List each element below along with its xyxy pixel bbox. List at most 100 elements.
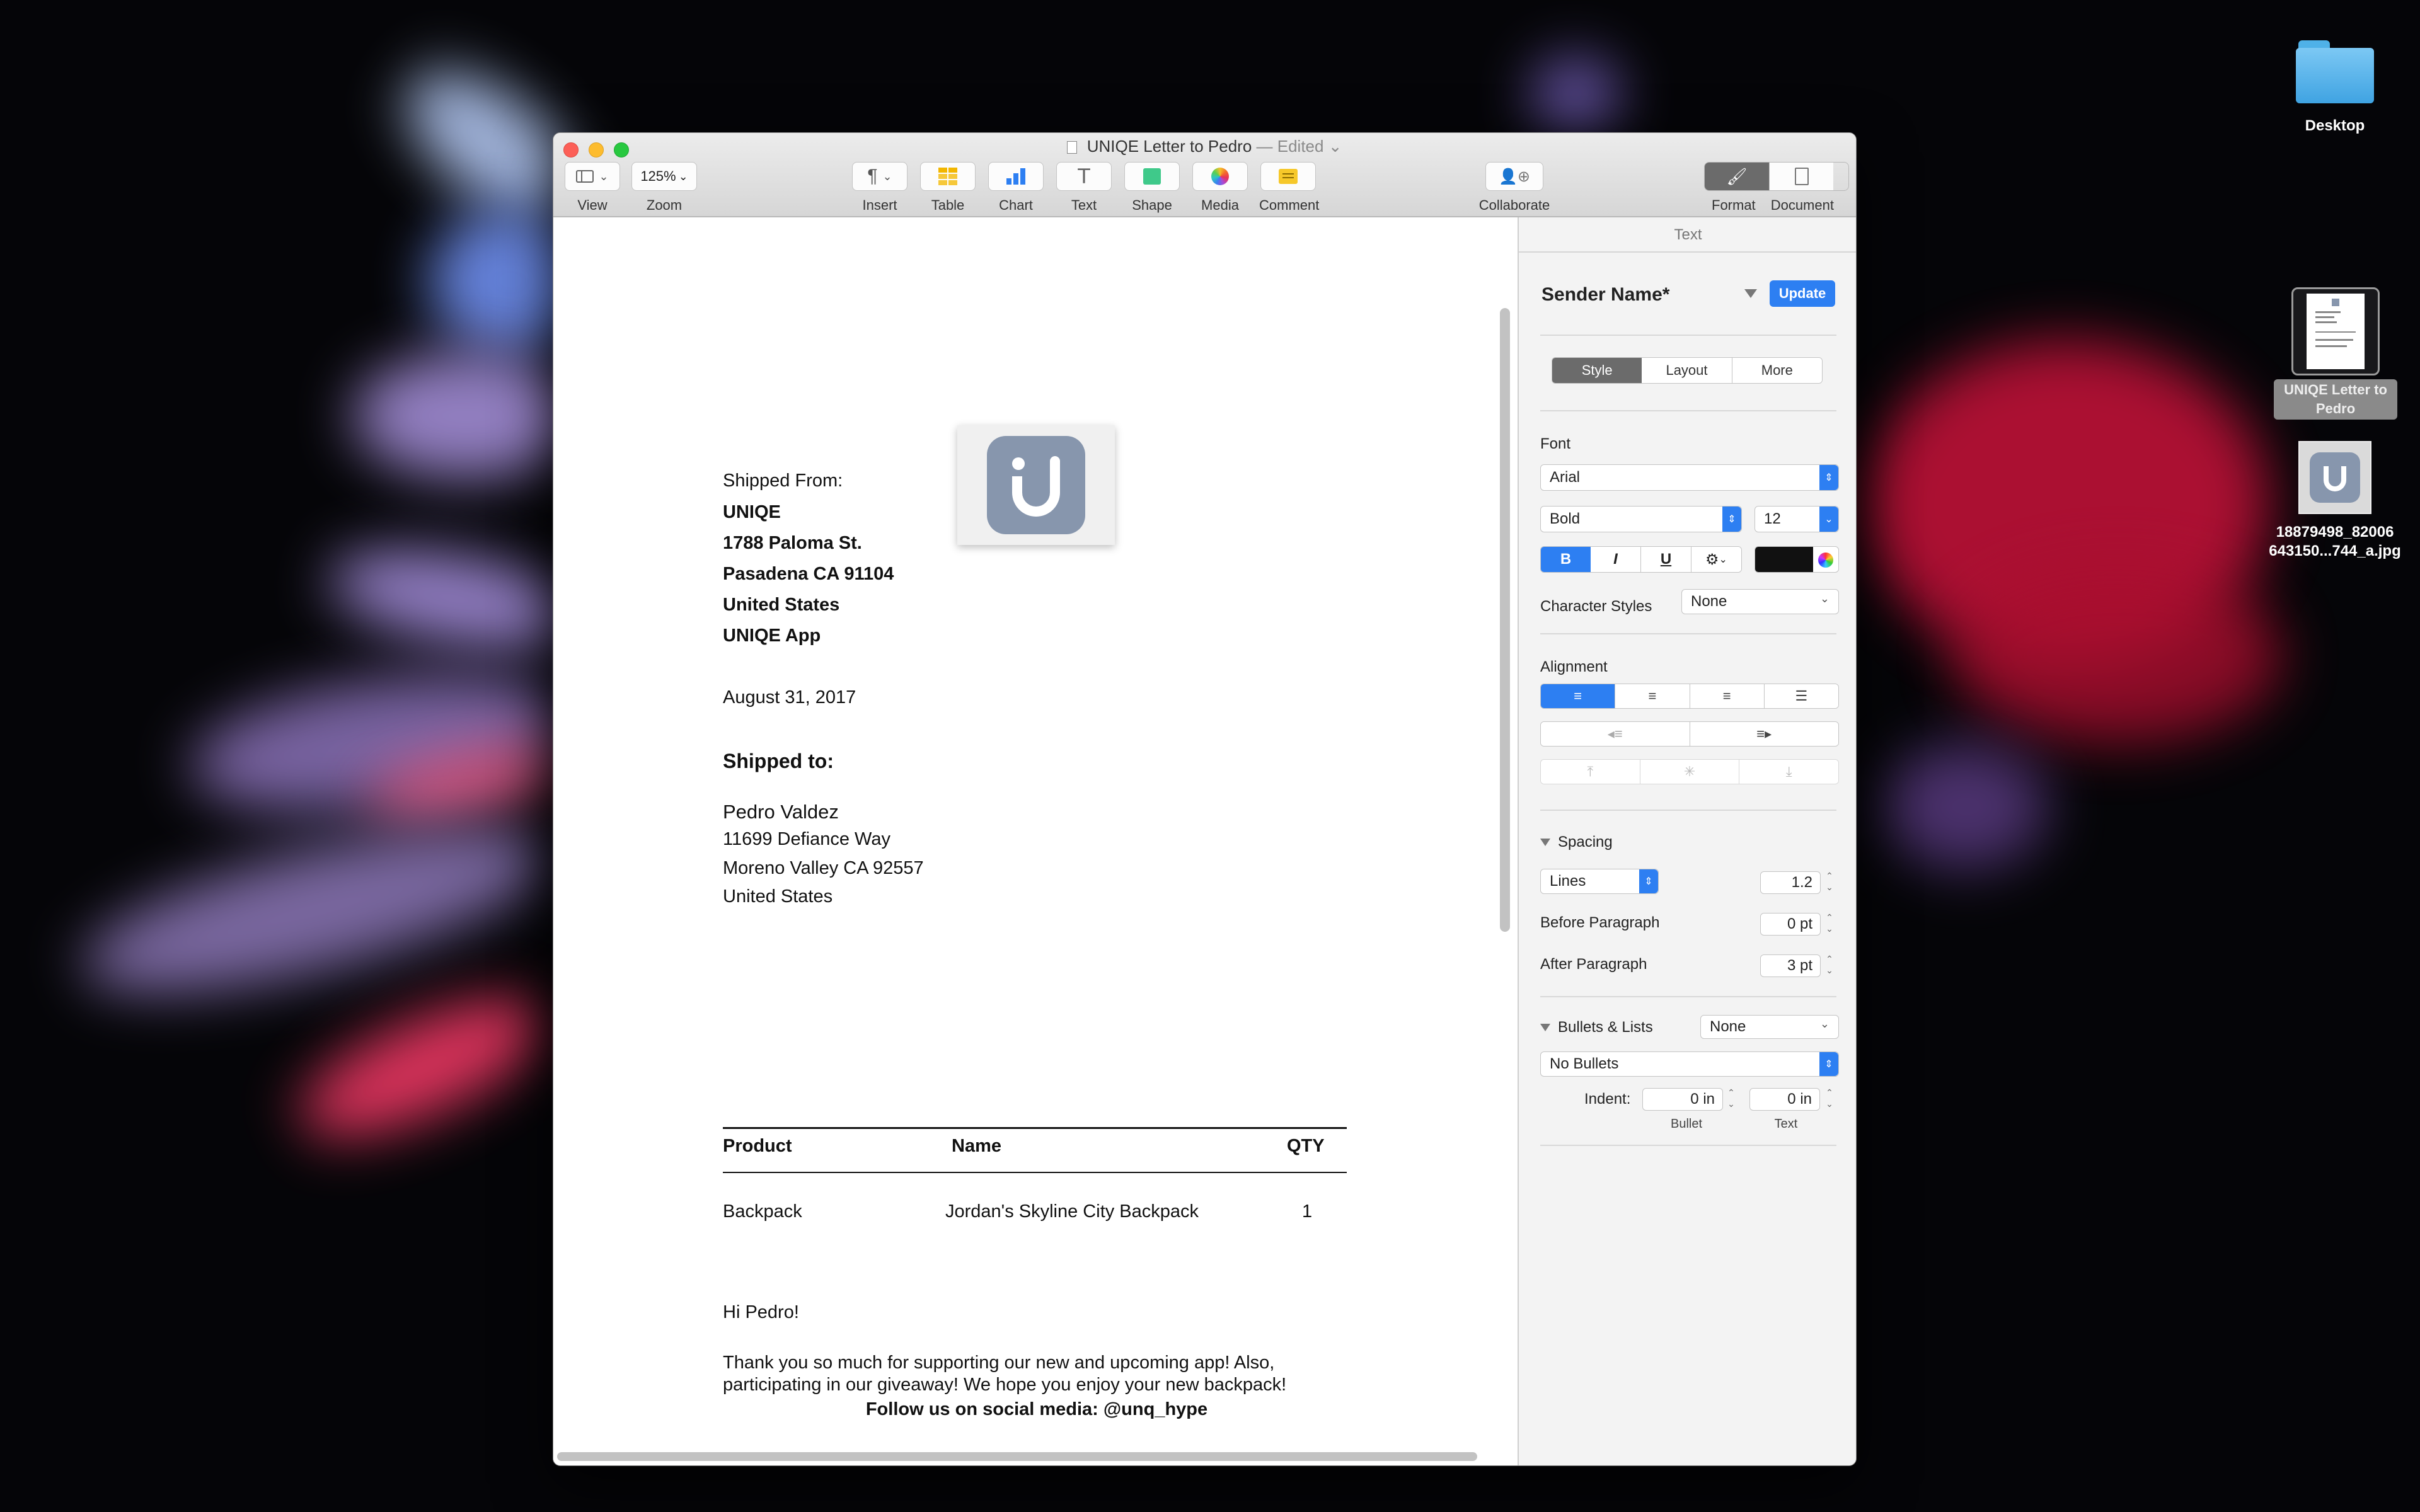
align-left-button[interactable]: ≡ — [1541, 684, 1616, 708]
after-paragraph-field[interactable]: 3 pt — [1760, 954, 1821, 977]
uniqe-logo — [957, 425, 1115, 545]
edited-status: — Edited — [1256, 137, 1324, 156]
spacing-mode-select[interactable]: Lines ⇕ — [1540, 869, 1659, 894]
greeting: Hi Pedro! — [723, 1302, 799, 1322]
paintbrush-icon: 🖌 — [1726, 166, 1748, 186]
character-styles-label: Character Styles — [1540, 598, 1652, 615]
bold-button[interactable]: B — [1541, 547, 1591, 572]
bullets-disclosure-icon[interactable] — [1540, 1024, 1550, 1031]
decrease-indent-button[interactable]: ◂≡ — [1541, 722, 1690, 746]
tab-layout[interactable]: Layout — [1642, 358, 1732, 383]
tab-more[interactable]: More — [1732, 358, 1822, 383]
desktop-pages-document[interactable]: UNIQE Letter to Pedro — [2274, 287, 2397, 420]
bullet-style-select[interactable]: No Bullets ⇕ — [1540, 1051, 1839, 1077]
underline-button[interactable]: U — [1641, 547, 1691, 572]
format-tab-button[interactable]: 🖌 — [1705, 163, 1769, 190]
before-paragraph-field[interactable]: 0 pt — [1760, 913, 1821, 936]
horizontal-scrollbar[interactable] — [557, 1452, 1477, 1461]
desktop-folder-icon[interactable]: Desktop — [2281, 40, 2388, 135]
increase-indent-button[interactable]: ≡▸ — [1690, 722, 1838, 746]
paragraph-style-name[interactable]: Sender Name* — [1541, 284, 1669, 306]
text-color-well[interactable] — [1754, 546, 1839, 573]
chevron-down-icon: ⌄ — [1328, 137, 1342, 156]
style-disclosure-icon[interactable] — [1744, 289, 1757, 298]
desktop-image-file[interactable]: 18879498_82006 643150...744_a.jpg — [2244, 441, 2420, 561]
comment-button[interactable]: Comment — [1259, 162, 1319, 214]
spacing-disclosure-icon[interactable] — [1540, 839, 1550, 846]
document-label: Document — [1770, 197, 1834, 213]
format-label: Format — [1712, 197, 1756, 213]
italic-button[interactable]: I — [1591, 547, 1641, 572]
font-family-select[interactable]: Arial ⇕ — [1540, 464, 1839, 491]
shape-button[interactable]: Shape — [1123, 162, 1181, 214]
update-button[interactable]: Update — [1770, 280, 1835, 307]
align-bottom-button[interactable]: ⤓ — [1739, 760, 1838, 784]
table-cell-product: Backpack — [723, 1201, 802, 1222]
color-wheel-icon[interactable] — [1818, 553, 1833, 568]
table-header-rule — [723, 1172, 1347, 1173]
bullets-lists-label: Bullets & Lists — [1558, 1019, 1653, 1036]
document-icon — [1067, 141, 1078, 154]
chart-button[interactable]: Chart — [987, 162, 1045, 214]
table-header-qty: QTY — [1287, 1136, 1325, 1156]
pilcrow-icon: ¶ — [867, 166, 878, 186]
insert-button[interactable]: ¶ ⌄ Insert — [851, 162, 909, 214]
spacing-stepper[interactable]: ⌃ ⌄ — [1825, 870, 1834, 895]
text-style-buttons: B I U ⚙ ⌄ — [1540, 546, 1742, 573]
sender-line: 1788 Paloma St. — [723, 533, 862, 553]
document-tab-button[interactable] — [1769, 163, 1833, 190]
align-right-button[interactable]: ≡ — [1690, 684, 1765, 708]
document-canvas[interactable]: Shipped From: UNIQE 1788 Paloma St. Pasa… — [553, 217, 1518, 1465]
table-button[interactable]: Table — [919, 162, 977, 214]
text-button[interactable]: T Text — [1055, 162, 1113, 214]
outdent-icon: ◂≡ — [1607, 726, 1623, 742]
chart-icon — [1006, 168, 1025, 185]
indent-icon: ≡▸ — [1756, 726, 1772, 742]
align-center-icon: ≡ — [1648, 688, 1657, 704]
photos-icon — [1211, 168, 1229, 185]
chevron-down-icon: ⌄ — [1819, 1017, 1829, 1030]
font-weight-select[interactable]: Bold ⇕ — [1540, 506, 1742, 532]
chevron-down-icon: ⌄ — [882, 169, 892, 183]
align-left-icon: ≡ — [1574, 688, 1582, 704]
chevron-down-icon: ⌄ — [678, 169, 688, 183]
align-center-button[interactable]: ≡ — [1615, 684, 1690, 708]
body-line: participating in our giveaway! We hope y… — [723, 1375, 1287, 1395]
font-label: Font — [1540, 435, 1571, 452]
text-options-gear-button[interactable]: ⚙ ⌄ — [1691, 547, 1741, 572]
zoom-control[interactable]: 125% ⌄ Zoom — [631, 162, 697, 214]
shipped-from-label: Shipped From: — [723, 471, 843, 491]
bullets-lists-select[interactable]: None ⌄ — [1700, 1015, 1839, 1039]
window-title[interactable]: UNIQE Letter to Pedro — Edited ⌄ — [553, 137, 1856, 156]
indent-bullet-caption: Bullet — [1670, 1117, 1703, 1131]
indent-text-field[interactable]: 0 in — [1749, 1088, 1820, 1111]
updown-arrows-icon: ⇕ — [1722, 507, 1741, 532]
desktop-icon-label: Desktop — [2305, 117, 2365, 134]
vertical-scrollbar[interactable] — [1500, 308, 1510, 932]
tab-style[interactable]: Style — [1552, 358, 1642, 383]
sender-line: Pasadena CA 91104 — [723, 564, 894, 584]
body-line: Thank you so much for supporting our new… — [723, 1353, 1275, 1373]
font-size-field[interactable]: 12 ⌄ — [1754, 506, 1839, 532]
collaborate-button[interactable]: 👤⊕ Collaborate — [1473, 162, 1555, 214]
footer-text: Follow us on social media: @unq_hype — [865, 1399, 1208, 1419]
spacing-label: Spacing — [1558, 833, 1613, 850]
align-middle-button[interactable]: ✳ — [1640, 760, 1740, 784]
spacing-value-field[interactable]: 1.2 — [1760, 871, 1821, 894]
media-button[interactable]: Media — [1191, 162, 1249, 214]
character-styles-select[interactable]: None ⌄ — [1681, 589, 1839, 614]
inspector-tabs: Style Layout More — [1552, 357, 1823, 384]
indent-bullet-stepper[interactable]: ⌃ ⌄ — [1727, 1087, 1736, 1112]
align-top-button[interactable]: ⤒ — [1541, 760, 1640, 784]
shape-icon — [1143, 168, 1161, 185]
indent-bullet-field[interactable]: 0 in — [1642, 1088, 1723, 1111]
table-header-product: Product — [723, 1136, 792, 1156]
indent-text-stepper[interactable]: ⌃ ⌄ — [1825, 1087, 1834, 1112]
before-paragraph-stepper[interactable]: ⌃ ⌄ — [1825, 912, 1834, 937]
justify-button[interactable]: ☰ — [1764, 684, 1838, 708]
format-inspector: Text Sender Name* Update Style Layout Mo… — [1518, 217, 1856, 1465]
view-button[interactable]: ⌄ View — [563, 162, 621, 214]
after-paragraph-stepper[interactable]: ⌃ ⌄ — [1825, 953, 1834, 978]
desktop-icon-label: 18879498_82006 643150...744_a.jpg — [2269, 524, 2401, 559]
pages-window: UNIQE Letter to Pedro — Edited ⌄ ⌄ View … — [553, 132, 1857, 1466]
